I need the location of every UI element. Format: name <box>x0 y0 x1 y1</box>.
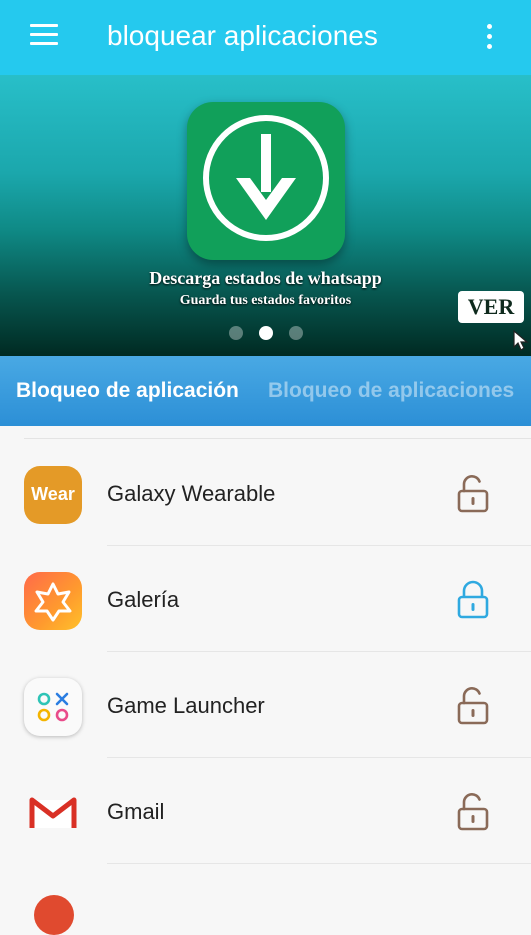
hamburger-menu-icon[interactable] <box>30 24 58 46</box>
row-divider <box>107 863 531 864</box>
carousel-dot[interactable] <box>289 326 303 340</box>
app-bar: bloquear aplicaciones <box>0 0 531 75</box>
list-item-galeria[interactable]: Galería <box>0 546 531 652</box>
unlocked-padlock-icon[interactable] <box>455 792 491 832</box>
pointer-cursor-icon <box>513 329 529 351</box>
tab-app-lock[interactable]: Bloqueo de aplicación <box>16 378 239 404</box>
gallery-icon <box>24 572 82 630</box>
ver-button[interactable]: VER <box>458 291 524 323</box>
unlocked-padlock-icon[interactable] <box>455 474 491 514</box>
app-list: Wear Galaxy Wearable Galería Game Launch… <box>0 426 531 900</box>
tab-bar: Bloqueo de aplicación Bloqueo de aplicac… <box>0 356 531 426</box>
promo-banner[interactable]: Descarga estados de whatsapp Guarda tus … <box>0 75 531 356</box>
carousel-dot[interactable] <box>229 326 243 340</box>
game-launcher-icon <box>24 678 82 736</box>
partial-app-icon <box>34 895 74 935</box>
download-arrow-icon <box>187 102 345 260</box>
app-name: Gmail <box>107 799 165 824</box>
app-title: bloquear aplicaciones <box>107 20 378 51</box>
gmail-icon <box>24 784 82 842</box>
locked-padlock-icon[interactable] <box>455 580 491 620</box>
banner-subtitle: Guarda tus estados favoritos <box>179 293 352 308</box>
carousel-dot-active[interactable] <box>259 326 273 340</box>
app-name: Galería <box>107 587 180 612</box>
list-divider <box>24 438 531 439</box>
galaxy-wearable-icon: Wear <box>24 466 82 524</box>
unlocked-padlock-icon[interactable] <box>455 686 491 726</box>
carousel-indicator <box>229 326 309 340</box>
app-name: Game Launcher <box>107 693 265 718</box>
banner-title: Descarga estados de whatsapp <box>149 268 382 288</box>
app-name: Galaxy Wearable <box>107 481 276 506</box>
list-item-galaxy-wearable[interactable]: Wear Galaxy Wearable <box>0 440 531 546</box>
more-vert-icon[interactable] <box>478 22 502 52</box>
list-item-gmail[interactable]: Gmail <box>0 758 531 864</box>
list-item-game-launcher[interactable]: Game Launcher <box>0 652 531 758</box>
tab-apps-lock[interactable]: Bloqueo de aplicaciones <box>268 378 514 404</box>
